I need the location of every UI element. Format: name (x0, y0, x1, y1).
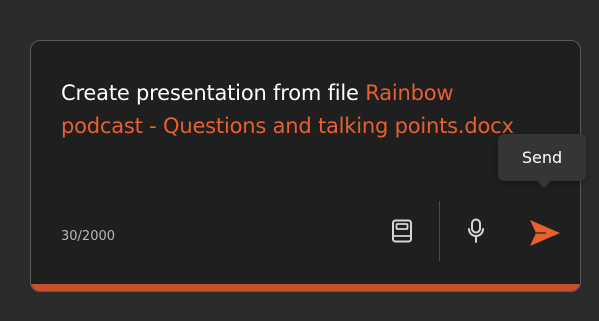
send-button[interactable] (524, 215, 566, 251)
send-icon (530, 220, 560, 246)
toolbar-divider (439, 201, 440, 261)
send-tooltip: Send (498, 134, 586, 181)
microphone-icon[interactable] (467, 218, 485, 244)
focus-accent-bar (31, 284, 580, 291)
tooltip-arrow (537, 181, 551, 188)
notebook-icon[interactable] (391, 219, 413, 243)
prompt-instruction: Create presentation from file (61, 81, 366, 105)
prompt-text[interactable]: Create presentation from file Rainbow po… (61, 77, 531, 143)
character-count: 30/2000 (61, 229, 116, 244)
